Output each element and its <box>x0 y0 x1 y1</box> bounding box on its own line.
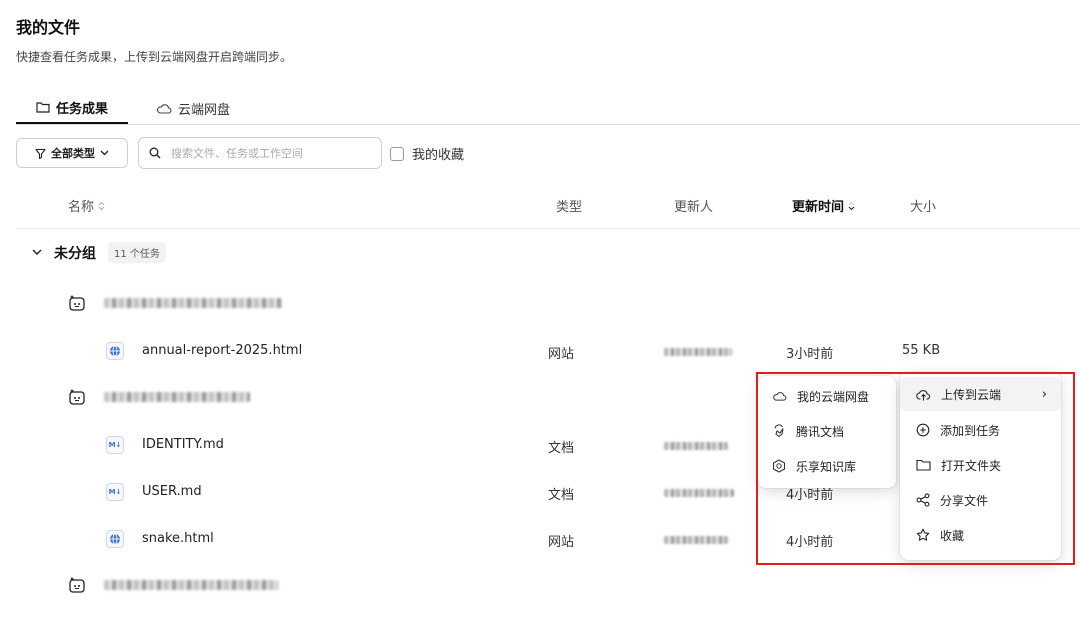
file-name[interactable]: USER.md <box>142 484 202 499</box>
sort-icon <box>848 201 855 210</box>
web-file-icon <box>106 530 124 548</box>
task-title-redacted[interactable] <box>104 580 278 590</box>
highlight-annotation-box <box>756 372 1075 565</box>
updater-redacted <box>664 489 734 497</box>
file-name[interactable]: snake.html <box>142 531 214 546</box>
task-icon <box>69 389 85 405</box>
column-header-updated[interactable]: 更新时间 <box>792 196 855 215</box>
file-type: 网站 <box>548 347 575 362</box>
tab-label: 任务成果 <box>55 101 108 117</box>
file-name[interactable]: IDENTITY.md <box>142 437 224 452</box>
search-box[interactable] <box>138 137 382 169</box>
table-header-divider <box>16 228 1080 229</box>
tab-task-results[interactable]: 任务成果 <box>16 92 128 124</box>
task-icon <box>69 295 85 311</box>
search-input[interactable] <box>169 145 373 161</box>
group-name: 未分组 <box>54 245 96 262</box>
file-type: 文档 <box>548 488 575 503</box>
task-icon <box>69 577 85 593</box>
type-filter-dropdown[interactable]: 全部类型 <box>16 138 128 168</box>
file-type: 网站 <box>548 535 575 550</box>
column-header-size: 大小 <box>910 196 936 215</box>
column-header-updater: 更新人 <box>674 196 713 215</box>
filter-label: 全部类型 <box>51 147 95 160</box>
file-size: 55 KB <box>902 343 941 358</box>
file-updated-time: 3小时前 <box>786 347 834 362</box>
updater-redacted <box>664 348 732 356</box>
group-row[interactable]: 未分组 11 个任务 <box>32 242 166 263</box>
tab-cloud-drive[interactable]: 云端网盘 <box>156 92 230 124</box>
search-icon <box>149 147 161 159</box>
updater-redacted <box>664 442 728 450</box>
page-title: 我的文件 <box>16 18 81 37</box>
tabs-divider <box>16 124 1080 125</box>
task-title-redacted[interactable] <box>104 298 282 308</box>
markdown-file-icon: M↓ <box>106 483 124 501</box>
column-label: 更新时间 <box>792 200 845 215</box>
tab-label: 云端网盘 <box>178 102 231 118</box>
markdown-file-icon: M↓ <box>106 436 124 454</box>
filter-icon <box>35 148 46 159</box>
folder-icon <box>36 102 50 113</box>
column-label: 更新人 <box>674 200 714 215</box>
column-label: 类型 <box>556 200 583 215</box>
page-subtitle: 快捷查看任务成果，上传到云端网盘开启跨端同步。 <box>16 50 293 64</box>
column-label: 名称 <box>68 200 95 215</box>
web-file-icon <box>106 342 124 360</box>
column-header-name[interactable]: 名称 <box>68 196 105 215</box>
cloud-icon <box>157 103 172 114</box>
favorites-label: 我的收藏 <box>412 148 465 163</box>
file-type: 文档 <box>548 441 575 456</box>
favorites-checkbox[interactable] <box>390 146 404 161</box>
chevron-down-icon <box>32 249 42 255</box>
file-name[interactable]: annual-report-2025.html <box>142 343 302 358</box>
column-label: 大小 <box>910 200 937 215</box>
column-header-type: 类型 <box>556 196 582 215</box>
chevron-down-icon <box>100 150 109 156</box>
updater-redacted <box>664 536 728 544</box>
task-title-redacted[interactable] <box>104 392 250 402</box>
favorites-filter[interactable]: 我的收藏 <box>390 144 464 163</box>
sort-icon <box>98 201 105 210</box>
group-count-badge: 11 个任务 <box>108 242 166 263</box>
